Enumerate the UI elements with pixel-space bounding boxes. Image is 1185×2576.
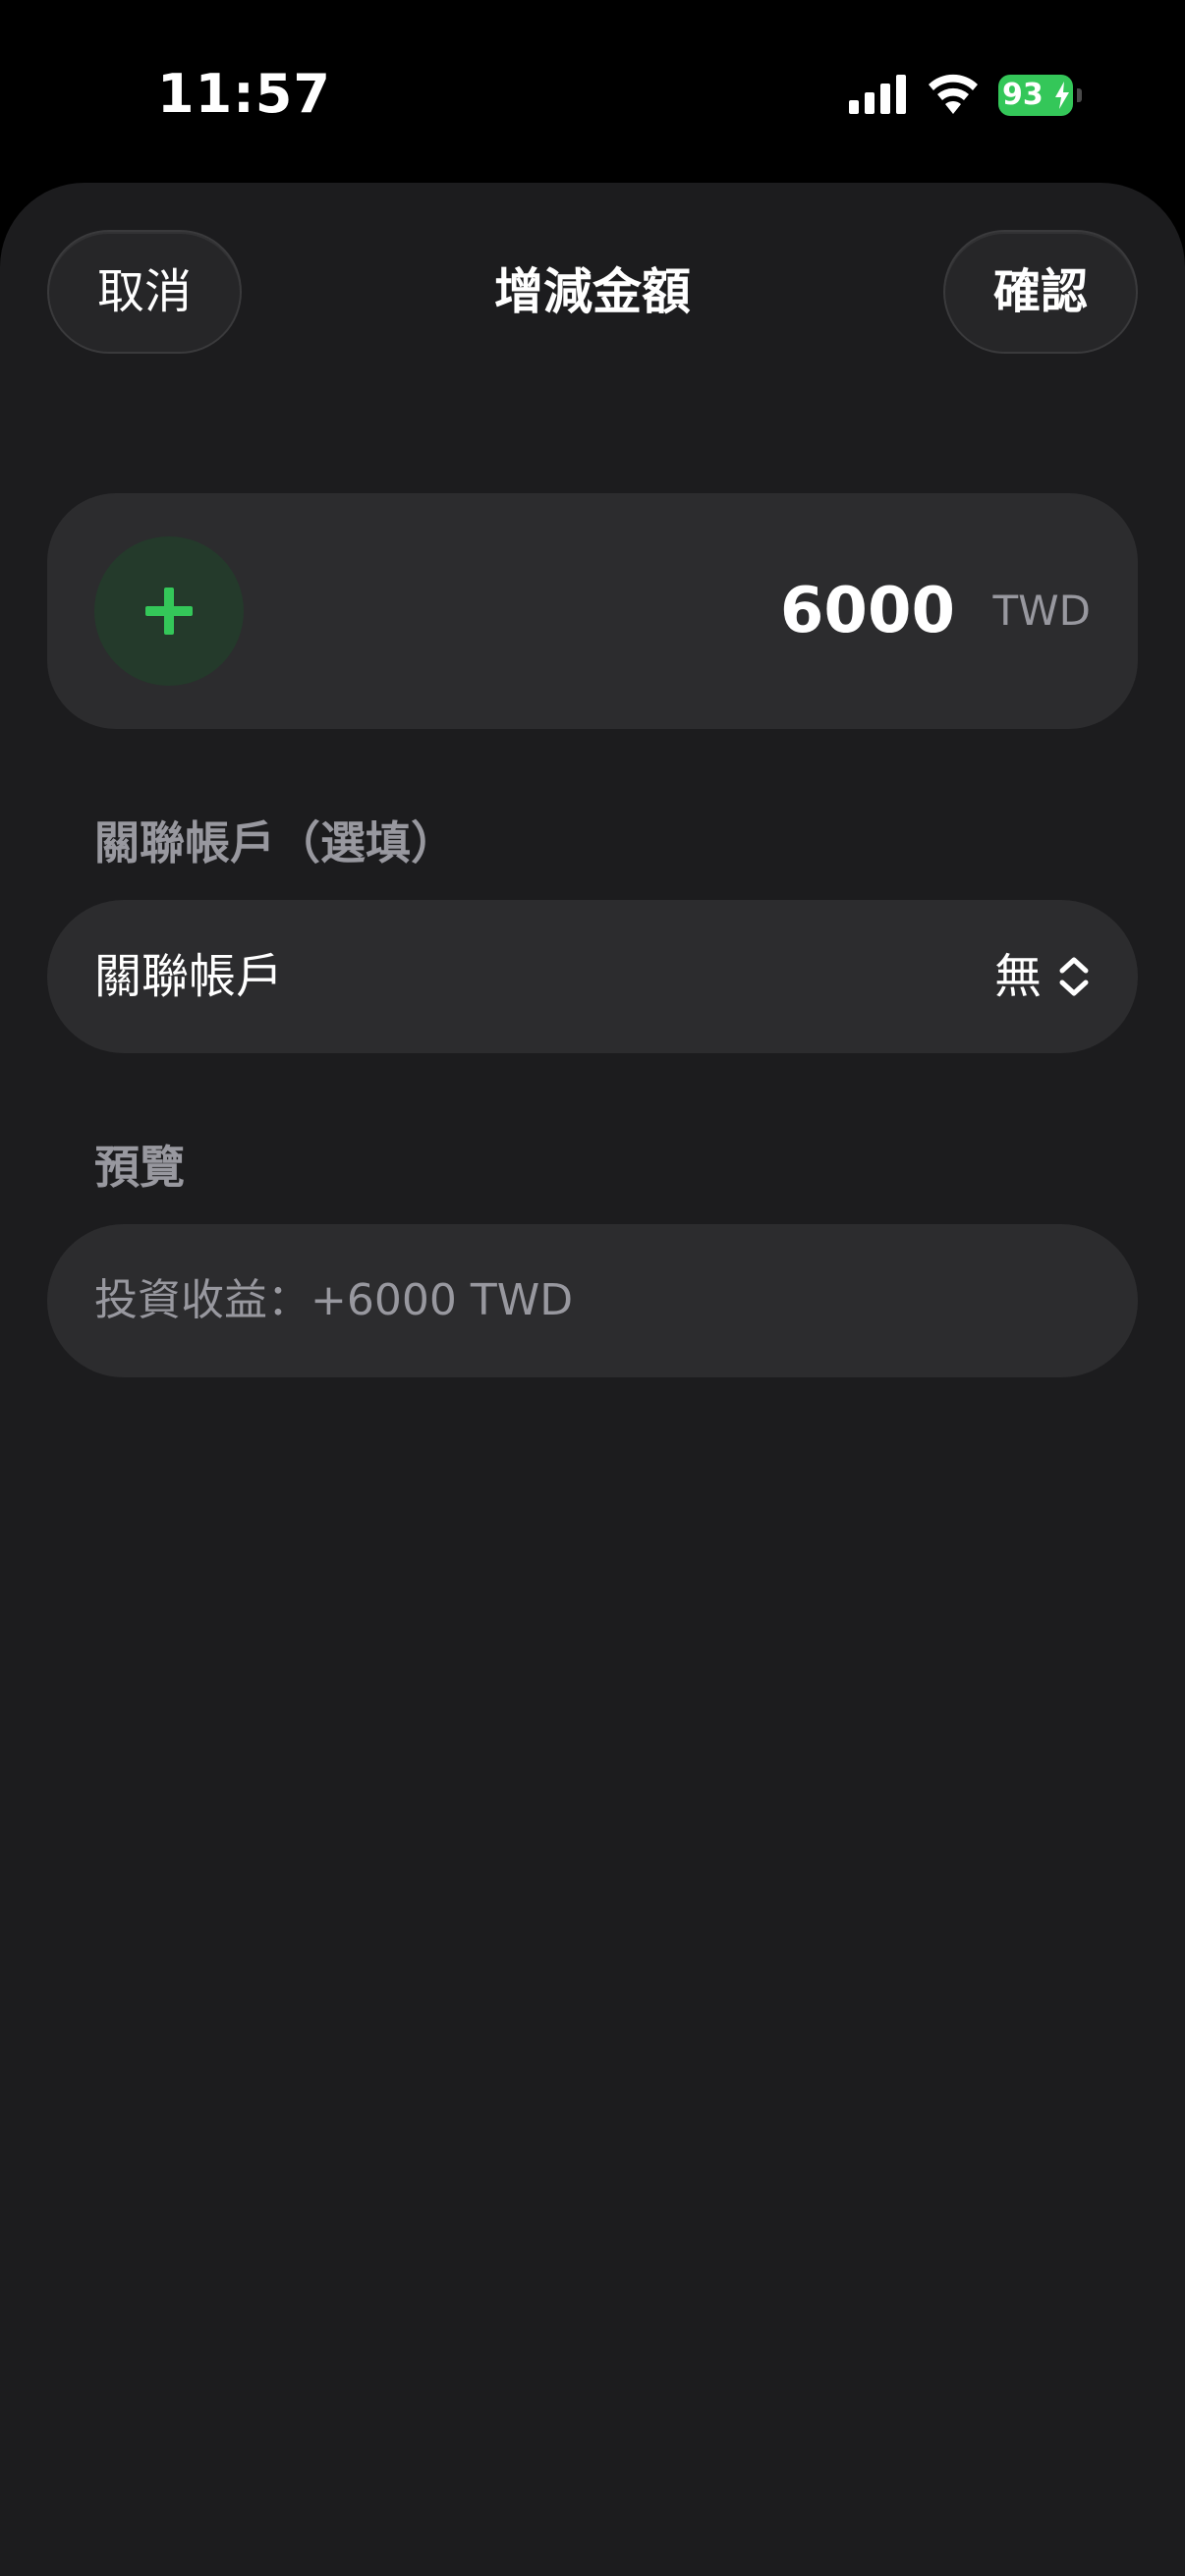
linked-account-section-label: 關聯帳戶（選填） (94, 816, 456, 869)
plus-icon (145, 588, 193, 635)
preview-text: 投資收益：+6000 TWD (94, 1275, 574, 1325)
screen: 11:57 93 增減金額 取消 確認 6000 TWD 關聯帳戶（選填） 關聯… (0, 0, 1185, 2576)
linked-account-picker[interactable]: 關聯帳戶 無 (47, 900, 1138, 1053)
chevron-updown-icon (1059, 957, 1089, 996)
battery-nub (1077, 88, 1082, 102)
preview-section-label: 預覽 (94, 1141, 185, 1194)
cancel-button[interactable]: 取消 (47, 230, 242, 354)
currency-label: TWD (992, 587, 1091, 635)
wifi-icon (929, 74, 978, 114)
bolt-icon (1055, 82, 1069, 109)
linked-account-selected-value: 無 (993, 949, 1042, 1004)
linked-account-row-label: 關聯帳戶 (94, 949, 284, 1004)
confirm-button[interactable]: 確認 (943, 230, 1138, 354)
sign-toggle-button[interactable] (94, 536, 244, 686)
amount-input[interactable]: 6000 (780, 562, 955, 660)
adjust-amount-sheet: 增減金額 取消 確認 6000 TWD 關聯帳戶（選填） 關聯帳戶 無 預覽 投… (0, 183, 1185, 2576)
signal-icon (849, 75, 906, 114)
status-time: 11:57 (157, 63, 331, 125)
status-bar: 11:57 93 (0, 0, 1185, 187)
preview-box: 投資收益：+6000 TWD (47, 1224, 1138, 1377)
battery-icon: 93 (998, 75, 1082, 116)
amount-card: 6000 TWD (47, 493, 1138, 729)
